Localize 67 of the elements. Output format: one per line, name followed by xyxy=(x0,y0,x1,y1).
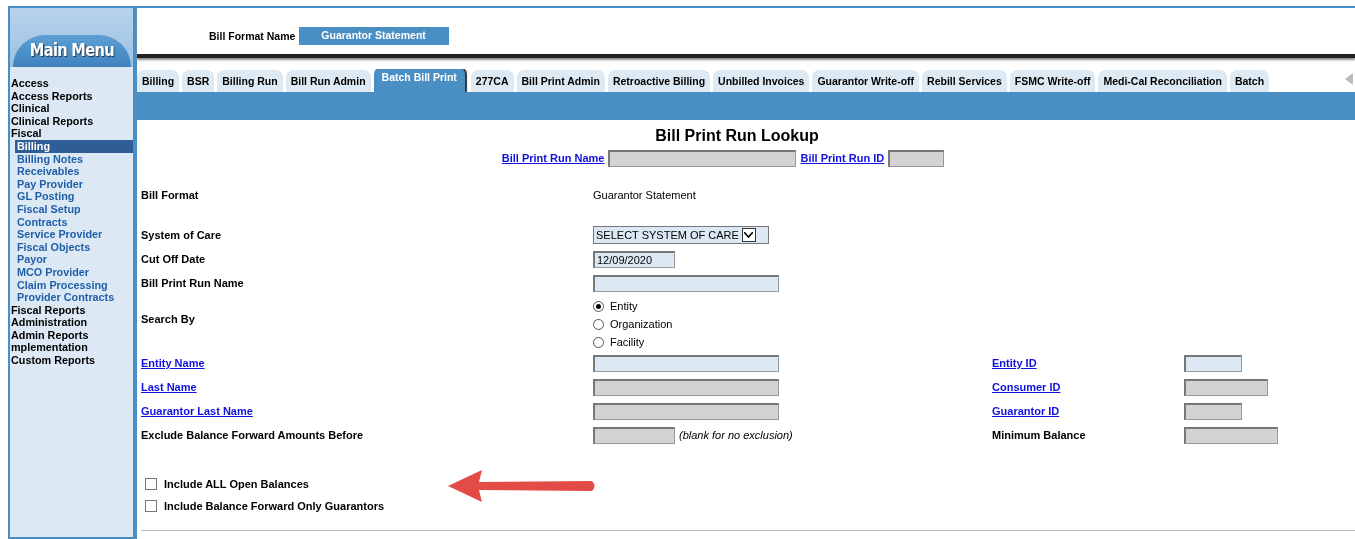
menu-item[interactable]: Admin Reports xyxy=(11,328,133,342)
menu-item[interactable]: Administration xyxy=(11,316,133,329)
field-label: Bill Format xyxy=(141,188,199,203)
radio-button[interactable] xyxy=(593,300,604,312)
field-label: Cut Off Date xyxy=(141,251,206,267)
tab[interactable]: Medi-Cal Reconciliation xyxy=(1098,70,1227,92)
input-field[interactable] xyxy=(1184,354,1242,372)
menu-item[interactable]: Pay Provider xyxy=(15,177,133,191)
field-label: Search By xyxy=(141,312,195,327)
menu-item[interactable]: Access Reports xyxy=(11,89,133,103)
tab[interactable]: Bill Run Admin xyxy=(285,70,371,92)
field-label: Bill Print Run Name xyxy=(141,275,244,291)
radio-button[interactable] xyxy=(593,318,604,330)
menu-item[interactable]: Access xyxy=(11,77,133,90)
input-field[interactable] xyxy=(593,274,779,292)
field-link[interactable]: Entity Name xyxy=(141,354,205,372)
tab[interactable]: Rebill Services xyxy=(922,70,1007,92)
dropdown[interactable]: SELECT SYSTEM OF CARE xyxy=(593,226,769,244)
menu-item[interactable]: Fiscal Reports xyxy=(11,303,133,317)
menu-item[interactable]: Payor xyxy=(15,253,133,266)
menu-item[interactable]: Provider Contracts xyxy=(15,291,133,304)
main-menu-header: Main Menu xyxy=(12,35,131,67)
tab[interactable]: Billing xyxy=(137,70,180,92)
field-label: System of Care xyxy=(141,227,222,243)
menu-item[interactable]: mplementation xyxy=(11,341,133,355)
menu-item[interactable]: Service Provider xyxy=(15,228,133,241)
tab[interactable]: FSMC Write-off xyxy=(1009,70,1096,92)
menu-item[interactable]: Contracts xyxy=(15,215,133,229)
field-label: Exclude Balance Forward Amounts Before xyxy=(141,427,364,443)
radio-button[interactable] xyxy=(593,336,604,348)
tab[interactable]: 277CA xyxy=(470,70,514,92)
tab[interactable]: BSR xyxy=(182,70,215,92)
tab[interactable]: Retroactive Billing xyxy=(607,70,711,92)
tab[interactable]: Unbilled Invoices xyxy=(713,70,810,92)
input-field[interactable] xyxy=(593,354,779,372)
page-title: Bill Print Run Lookup xyxy=(654,126,820,146)
menu-item[interactable]: Clinical xyxy=(11,102,133,115)
menu-item[interactable]: Fiscal Objects xyxy=(15,240,133,254)
menu-item[interactable]: Receivables xyxy=(15,165,133,178)
radio-label: Entity xyxy=(610,298,638,314)
menu-item[interactable]: Clinical Reports xyxy=(11,114,133,128)
field-label: Minimum Balance xyxy=(992,427,1086,443)
radio-label: Organization xyxy=(610,316,673,332)
radio-label: Facility xyxy=(610,334,645,350)
tab[interactable]: Billing Run xyxy=(217,70,283,92)
menu-item[interactable]: Fiscal xyxy=(11,127,133,140)
field-link[interactable]: Entity ID xyxy=(992,354,1037,372)
menu-item[interactable]: Billing xyxy=(15,139,133,153)
bill-format-value: Guarantor Statement xyxy=(299,27,450,45)
checkbox-label: Include ALL Open Balances xyxy=(164,476,309,492)
field-label: Bill Format Name xyxy=(209,29,296,45)
tab[interactable]: Batch xyxy=(1229,70,1270,92)
menu-item[interactable]: Fiscal Setup xyxy=(15,202,133,216)
checkbox[interactable] xyxy=(145,500,157,512)
menu-item[interactable]: Claim Processing xyxy=(15,278,133,292)
checkbox-label: Include Balance Forward Only Guarantors xyxy=(164,498,385,514)
menu-item[interactable]: Custom Reports xyxy=(11,354,133,367)
hint-text: (blank for no exclusion) xyxy=(679,427,793,443)
field-value: Guarantor Statement xyxy=(593,188,696,203)
menu-item[interactable]: GL Posting xyxy=(15,190,133,203)
input-field[interactable]: 12/09/2020 xyxy=(593,250,675,268)
tab[interactable]: Bill Print Admin xyxy=(516,70,605,92)
tab[interactable]: Guarantor Write-off xyxy=(812,70,920,92)
caret-icon xyxy=(744,232,754,238)
menu-item[interactable]: MCO Provider xyxy=(15,265,133,279)
checkbox[interactable] xyxy=(145,478,157,490)
menu-item[interactable]: Billing Notes xyxy=(15,152,133,166)
